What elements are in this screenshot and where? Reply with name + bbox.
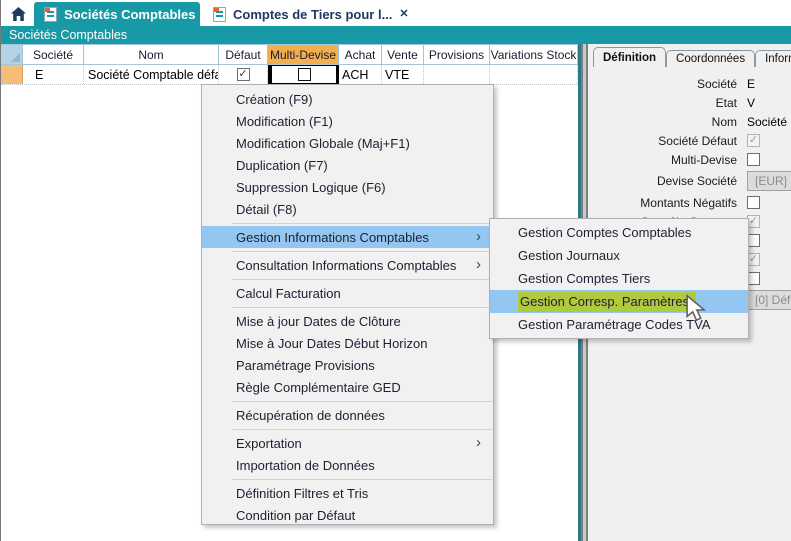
tab-label: Sociétés Comptables: [64, 7, 196, 22]
cell-achat[interactable]: ACH: [339, 65, 382, 84]
submenu-item-gestion-comptes-comptables[interactable]: Gestion Comptes Comptables: [490, 221, 748, 244]
field-label-devise-societe: Devise Société: [588, 174, 737, 188]
field-label-etat: Etat: [588, 96, 737, 110]
table-row[interactable]: E Société Comptable défaut ✓ ✓ ACH VTE: [1, 65, 579, 85]
submenu-item-gestion-journaux[interactable]: Gestion Journaux: [490, 244, 748, 267]
checkbox[interactable]: ✓: [298, 68, 311, 81]
field-label-societe: Société: [588, 77, 737, 91]
field-value-societe: E: [747, 77, 755, 91]
menu-separator: [232, 429, 492, 430]
document-icon: [213, 7, 226, 22]
submenu-item-gestion-parametrage-codes-tva[interactable]: Gestion Paramétrage Codes TVA: [490, 313, 748, 336]
corner-triangle-icon: [11, 53, 20, 62]
check-icon: ✓: [238, 69, 247, 80]
menu-item-mise-a-jour-dates-debut-horizon[interactable]: Mise à Jour Dates Début Horizon: [202, 332, 493, 354]
field-label-nom: Nom: [588, 115, 737, 129]
column-header-provisions[interactable]: Provisions: [424, 45, 490, 64]
check-icon: ✓: [749, 254, 758, 265]
view-title-bar: Sociétés Comptables: [1, 26, 791, 44]
tab-definition[interactable]: Définition: [593, 47, 666, 67]
column-header-nom[interactable]: Nom: [84, 45, 219, 64]
menu-item-parametrage-provisions[interactable]: Paramétrage Provisions: [202, 354, 493, 376]
context-submenu: Gestion Comptes Comptables Gestion Journ…: [489, 218, 749, 339]
tab-information[interactable]: Information: [755, 50, 791, 67]
defaut-button[interactable]: [0] Déf: [747, 290, 791, 310]
column-header-multi-devise[interactable]: Multi-Devise: [268, 45, 339, 64]
menu-separator: [232, 307, 492, 308]
cell-vente[interactable]: VTE: [382, 65, 424, 84]
menu-item-modification[interactable]: Modification (F1): [202, 110, 493, 132]
menu-item-duplication[interactable]: Duplication (F7): [202, 154, 493, 176]
field-value-etat: V: [747, 96, 755, 110]
tab-bar: Sociétés Comptables ✕ Comptes de Tiers p…: [1, 0, 791, 26]
cell-multi-devise-focused[interactable]: ✓: [268, 65, 339, 84]
menu-separator: [232, 279, 492, 280]
devise-button[interactable]: [EUR]: [747, 171, 791, 191]
home-tab[interactable]: [5, 2, 32, 26]
field-label-montants-negatifs: Montants Négatifs: [588, 196, 737, 210]
cell-provisions[interactable]: [424, 65, 490, 84]
menu-separator: [232, 479, 492, 480]
checkbox[interactable]: ✓: [237, 68, 250, 81]
menu-item-creation[interactable]: Création (F9): [202, 88, 493, 110]
menu-item-definition-filtres-et-tris[interactable]: Définition Filtres et Tris: [202, 482, 493, 504]
row-selector-cell[interactable]: [1, 65, 23, 84]
check-icon: ✓: [749, 216, 758, 227]
grid-header-row: Société Nom Défaut Multi-Devise Achat Ve…: [1, 44, 579, 65]
field-label-societe-defaut: Société Défaut: [588, 134, 737, 148]
tab-societes-comptables[interactable]: Sociétés Comptables ✕: [34, 2, 200, 26]
menu-item-suppression-logique[interactable]: Suppression Logique (F6): [202, 176, 493, 198]
submenu-arrow-icon: ›: [476, 258, 481, 272]
check-icon: ✓: [749, 135, 758, 146]
field-label-multi-devise: Multi-Devise: [588, 153, 737, 167]
checkbox-societe-defaut[interactable]: ✓: [747, 134, 760, 147]
submenu-arrow-icon: ›: [476, 436, 481, 450]
view-title: Sociétés Comptables: [9, 28, 127, 42]
submenu-item-gestion-corresp-parametres[interactable]: Gestion Corresp. Paramètres: [490, 290, 748, 313]
mouse-cursor: [685, 294, 709, 322]
cell-societe[interactable]: E: [23, 65, 84, 84]
menu-separator: [232, 401, 492, 402]
context-menu: Création (F9) Modification (F1) Modifica…: [201, 84, 494, 525]
submenu-item-gestion-comptes-tiers[interactable]: Gestion Comptes Tiers: [490, 267, 748, 290]
cell-nom[interactable]: Société Comptable défaut: [84, 65, 219, 84]
menu-item-calcul-facturation[interactable]: Calcul Facturation: [202, 282, 493, 304]
menu-separator: [232, 223, 492, 224]
menu-item-condition-par-defaut[interactable]: Condition par Défaut: [202, 504, 493, 526]
menu-item-mise-a-jour-dates-cloture[interactable]: Mise à jour Dates de Clôture: [202, 310, 493, 332]
cell-variations-stock[interactable]: [490, 65, 578, 84]
checkbox-multi-devise[interactable]: ✓: [747, 153, 760, 166]
field-value-nom: Société Comptable défaut: [747, 115, 791, 129]
menu-item-detail[interactable]: Détail (F8): [202, 198, 493, 220]
menu-item-recuperation-de-donnees[interactable]: Récupération de données: [202, 404, 493, 426]
column-header-achat[interactable]: Achat: [339, 45, 382, 64]
column-header-defaut[interactable]: Défaut: [219, 45, 268, 64]
menu-item-importation-de-donnees[interactable]: Importation de Données: [202, 454, 493, 476]
column-header-vente[interactable]: Vente: [382, 45, 424, 64]
home-icon: [10, 6, 27, 22]
column-header-societe[interactable]: Société: [23, 45, 84, 64]
panel-tab-strip: Définition Coordonnées Information: [593, 47, 791, 67]
menu-item-exportation[interactable]: Exportation›: [202, 432, 493, 454]
tab-comptes-de-tiers[interactable]: Comptes de Tiers pour l... ✕: [203, 2, 409, 26]
cell-defaut[interactable]: ✓: [219, 65, 268, 84]
tab-label: Comptes de Tiers pour l...: [233, 7, 392, 22]
checkbox-montants-negatifs[interactable]: ✓: [747, 196, 760, 209]
grid-corner-cell[interactable]: [1, 45, 23, 64]
column-header-variations-stock[interactable]: Variations Stock: [490, 45, 578, 64]
menu-item-modification-globale[interactable]: Modification Globale (Maj+F1): [202, 132, 493, 154]
close-icon[interactable]: ✕: [399, 9, 408, 20]
menu-item-regle-complementaire-ged[interactable]: Règle Complémentaire GED: [202, 376, 493, 398]
menu-item-consultation-informations-comptables[interactable]: Consultation Informations Comptables›: [202, 254, 493, 276]
tab-coordonnees[interactable]: Coordonnées: [666, 50, 755, 67]
submenu-arrow-icon: ›: [476, 230, 481, 244]
menu-item-gestion-informations-comptables[interactable]: Gestion Informations Comptables›: [202, 226, 493, 248]
document-icon: [44, 7, 57, 22]
menu-separator: [232, 251, 492, 252]
